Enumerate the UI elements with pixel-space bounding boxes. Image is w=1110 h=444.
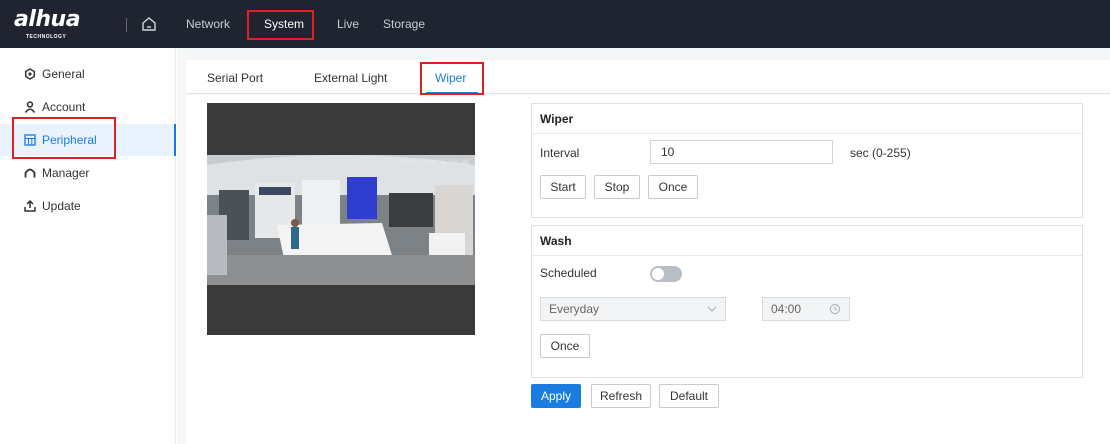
sidebar: General Account Peripheral Manager Updat…	[0, 48, 176, 444]
sidebar-item-update[interactable]: Update	[0, 190, 176, 222]
tab-serial-port[interactable]: Serial Port	[207, 68, 263, 88]
sidebar-item-general[interactable]: General	[0, 58, 176, 90]
wash-once-button[interactable]: Once	[540, 334, 590, 358]
tab-external-light[interactable]: External Light	[314, 68, 387, 88]
scheduled-label: Scheduled	[540, 266, 597, 280]
day-select[interactable]: Everyday	[540, 297, 726, 321]
sidebar-item-label: General	[42, 67, 85, 81]
day-select-value: Everyday	[549, 302, 600, 316]
sidebar-item-label: Account	[42, 100, 86, 114]
sidebar-peripheral-highlight-box	[12, 117, 116, 159]
default-button[interactable]: Default	[659, 384, 719, 408]
wiper-panel: Wiper Interval 10 sec (0-255) Start Stop…	[531, 103, 1083, 218]
sidebar-item-manager[interactable]: Manager	[0, 157, 176, 189]
time-picker[interactable]: 04:00	[762, 297, 850, 321]
tab-wiper-highlight-box	[420, 62, 484, 95]
top-divider	[126, 18, 127, 32]
upload-icon	[24, 200, 36, 212]
manager-icon	[24, 168, 36, 178]
top-bar: alhua TECHNOLOGY Network System Live Sto…	[0, 0, 1110, 48]
scheduled-toggle[interactable]	[650, 266, 682, 282]
chevron-down-icon	[707, 306, 717, 312]
wiper-stop-button[interactable]: Stop	[594, 175, 640, 199]
brand-logo: alhua	[14, 7, 81, 32]
video-timestamp: 06-04-2025 15:18:46	[400, 159, 469, 166]
wiper-panel-title: Wiper	[540, 112, 574, 126]
nav-live[interactable]: Live	[337, 0, 359, 48]
video-frame: 06-04-2025 15:18:46	[207, 155, 475, 285]
nav-system-highlight-box	[247, 10, 314, 40]
toggle-knob	[652, 268, 664, 280]
wash-panel: Wash Scheduled Everyday 04:00 Once	[531, 225, 1083, 378]
wiper-once-button[interactable]: Once	[648, 175, 698, 199]
camera-scene-image	[207, 155, 475, 285]
nav-network[interactable]: Network	[186, 0, 230, 48]
time-picker-value: 04:00	[771, 302, 802, 316]
wash-panel-divider	[532, 255, 1082, 256]
video-preview[interactable]: 06-04-2025 15:18:46	[207, 103, 475, 335]
clock-icon	[829, 303, 841, 315]
interval-input[interactable]: 10	[650, 140, 833, 164]
wiper-panel-divider	[532, 133, 1082, 134]
brand-logo-subtitle: TECHNOLOGY	[26, 34, 67, 40]
home-icon[interactable]	[140, 15, 158, 33]
sidebar-item-label: Update	[42, 199, 81, 213]
user-icon	[24, 101, 36, 113]
sidebar-item-label: Manager	[42, 166, 90, 180]
interval-label: Interval	[540, 146, 580, 160]
refresh-button[interactable]: Refresh	[591, 384, 651, 408]
wiper-start-button[interactable]: Start	[540, 175, 586, 199]
interval-unit-label: sec (0-255)	[850, 146, 911, 160]
wash-panel-title: Wash	[540, 234, 572, 248]
nav-storage[interactable]: Storage	[383, 0, 425, 48]
apply-button[interactable]: Apply	[531, 384, 581, 408]
gear-icon	[24, 68, 36, 80]
